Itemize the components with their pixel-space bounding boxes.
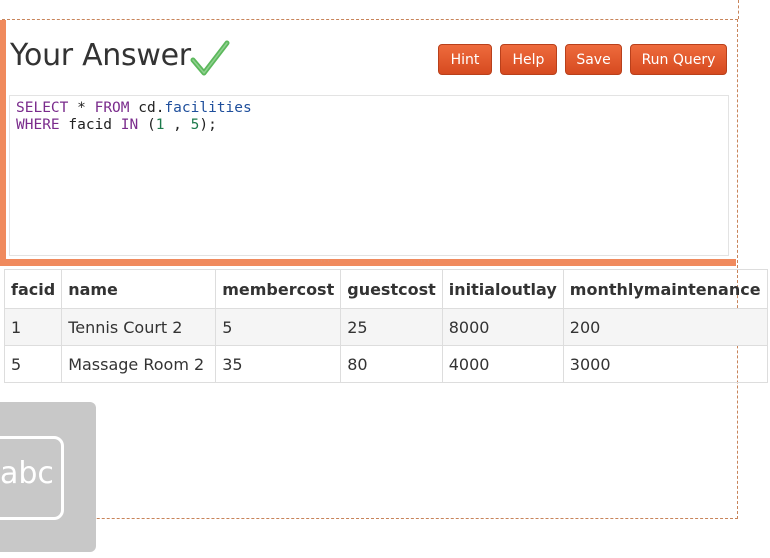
sql-token: cd. [129,100,165,116]
sql-token: ); [199,117,217,133]
table-cell: 80 [340,345,443,383]
table-cell: 35 [215,345,342,383]
table-cell: Tennis Court 2 [61,308,217,346]
column-header: membercost [215,269,342,309]
table-cell: Massage Room 2 [61,345,217,383]
table-cell: 1 [3,308,63,346]
sql-code[interactable]: SELECT * FROM cd.facilities WHERE facid … [16,100,252,134]
save-button[interactable]: Save [565,44,622,75]
column-header: monthlymaintenance [562,269,768,309]
sql-keyword: FROM [94,100,130,116]
table-row: 1 Tennis Court 2 5 25 8000 200 [3,308,768,346]
run-query-button[interactable]: Run Query [630,44,727,75]
hint-button[interactable]: Hint [438,44,492,75]
column-header: initialoutlay [441,269,564,309]
frame-border-top [738,0,740,19]
left-accent-bar [0,20,6,266]
column-header: guestcost [340,269,443,309]
table-row: 5 Massage Room 2 35 80 4000 3000 [3,345,768,383]
column-header: facid [3,269,63,309]
sql-token: , [164,117,191,133]
grip-dots-icon: ··· [420,257,431,266]
column-header: name [61,269,217,309]
tile-label: abc [0,456,54,491]
table-cell: 3000 [562,345,768,383]
sql-token: * [68,100,95,116]
sql-keyword: WHERE [16,117,60,133]
page-title: Your Answer [10,38,191,73]
table-cell: 5 [215,308,342,346]
checkmark-icon [190,40,230,76]
sql-token: ( [138,117,156,133]
table-cell: 8000 [441,308,564,346]
sql-table-name: facilities [164,100,252,116]
help-button[interactable]: Help [500,44,557,75]
table-cell: 200 [562,308,768,346]
table-cell: 4000 [441,345,564,383]
table-header-row: facid name membercost guestcost initialo… [3,269,768,309]
sql-keyword: SELECT [16,100,69,116]
table-cell: 5 [3,345,63,383]
grip-dots-icon: ··· [320,257,331,266]
results-table: facid name membercost guestcost initialo… [3,269,768,383]
sql-keyword: IN [120,117,139,133]
sql-token: facid [59,117,121,133]
table-cell: 25 [340,308,443,346]
resize-handle[interactable] [0,259,736,266]
